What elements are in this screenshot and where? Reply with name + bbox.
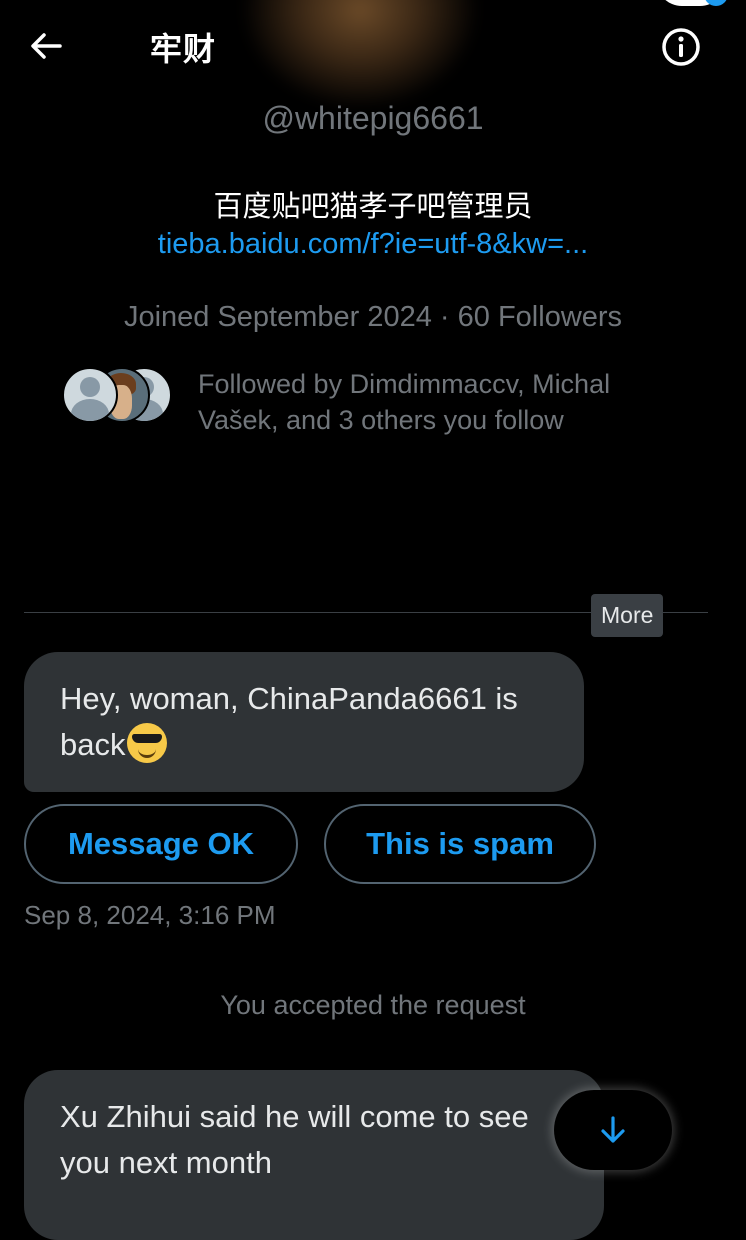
request-accepted-notice: You accepted the request [220, 990, 526, 1020]
profile-join-followers: Joined September 2024 · 60 Followers [123, 301, 623, 333]
message-text: Xu Zhihui said he will come to see you n… [60, 1099, 529, 1180]
report-spam-button[interactable]: This is spam [324, 804, 596, 884]
more-button[interactable]: More [591, 594, 664, 637]
profile-avatar-blurred [240, 0, 480, 110]
profile-handle: @whitepig6661 [262, 100, 484, 136]
follower-avatar-1 [62, 367, 118, 423]
message-ok-button[interactable]: Message OK [24, 804, 298, 884]
message-timestamp: Sep 8, 2024, 3:16 PM [24, 900, 276, 930]
arrow-left-icon[interactable] [26, 26, 66, 66]
smiling-face-with-sunglasses-icon [127, 723, 168, 763]
notification-dot [704, 0, 728, 6]
message-bubble[interactable]: Xu Zhihui said he will come to see you n… [24, 1070, 604, 1240]
profile-bio: 百度贴吧猫孝子吧管理员 [213, 191, 533, 223]
scroll-to-bottom-button[interactable] [554, 1090, 672, 1170]
arrow-down-icon [601, 1116, 625, 1143]
info-icon[interactable] [660, 26, 702, 68]
profile-link[interactable]: tieba.baidu.com/f?ie=utf-8&kw=... [0, 228, 746, 261]
message-bubble[interactable]: Hey, woman, ChinaPanda6661 is back [24, 652, 584, 792]
followed-by-text[interactable]: Followed by Dimdimmaccv, Michal Vašek, a… [198, 366, 698, 438]
conversation-title: 牢财 [150, 31, 217, 67]
